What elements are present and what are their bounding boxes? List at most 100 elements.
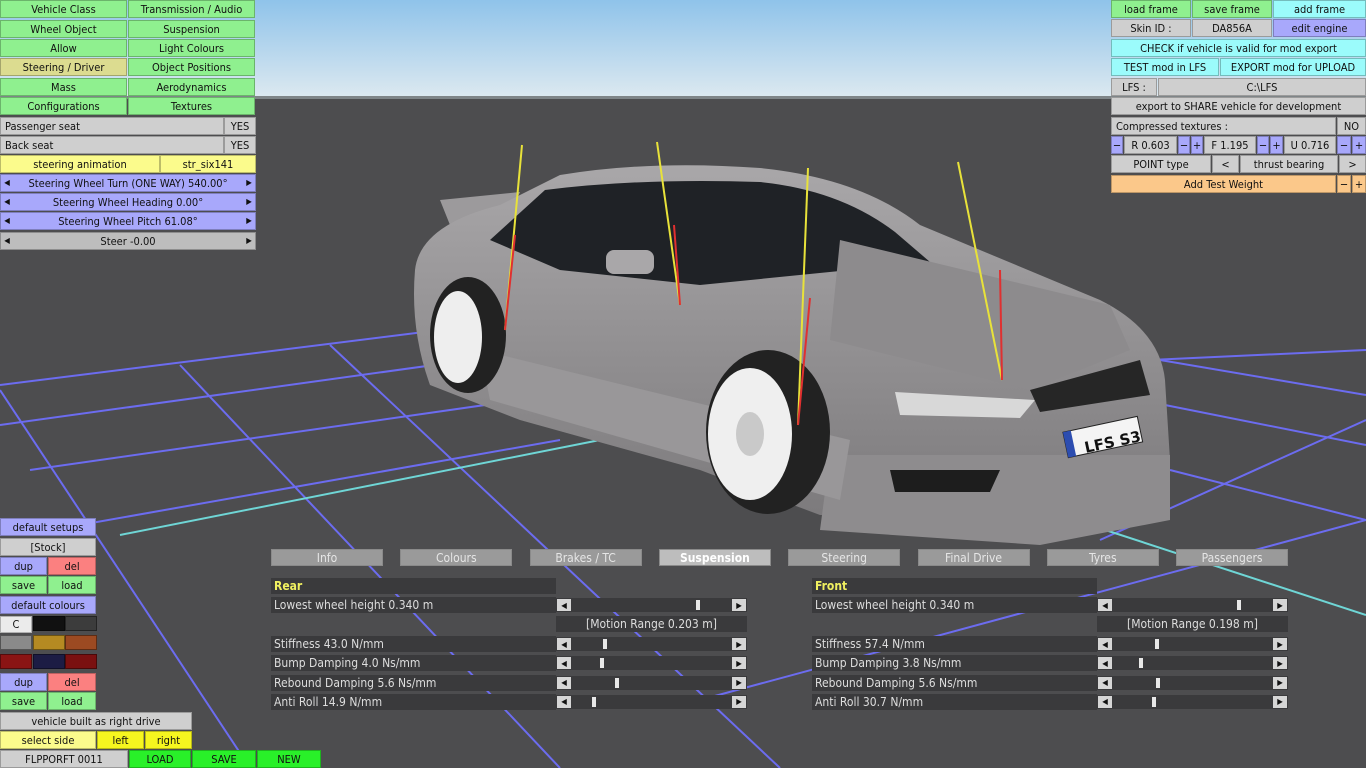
colour-load-button[interactable]: load xyxy=(48,692,96,710)
steering-wheel-heading[interactable]: ◀ Steering Wheel Heading 0.00° ▶ xyxy=(0,193,256,211)
slider-knob[interactable] xyxy=(696,600,700,610)
check-valid-button[interactable]: CHECK if vehicle is valid for mod export xyxy=(1111,39,1366,57)
arrow-left-icon[interactable]: ◀ xyxy=(557,599,571,611)
arrow-left-icon[interactable]: ◀ xyxy=(557,657,571,670)
side-left-button[interactable]: left xyxy=(97,731,144,749)
colour-swatch[interactable] xyxy=(0,654,32,669)
setup-save-button[interactable]: save xyxy=(0,576,47,594)
r-minus-button[interactable]: − xyxy=(1111,136,1123,154)
passenger-seat-value[interactable]: YES xyxy=(224,117,256,135)
arrow-left-icon[interactable]: ◀ xyxy=(557,695,571,708)
menu-item-wheel-object[interactable]: Wheel Object xyxy=(0,20,127,38)
rear-param-slider[interactable]: ◀ ▶ xyxy=(556,675,747,690)
test-weight-minus[interactable]: − xyxy=(1337,175,1351,193)
front-param-slider[interactable]: ◀ ▶ xyxy=(1097,637,1288,651)
colour-save-button[interactable]: save xyxy=(0,692,47,710)
colour-del-button[interactable]: del xyxy=(48,673,96,691)
tab-passengers[interactable]: Passengers xyxy=(1176,549,1289,566)
arrow-right-icon[interactable]: ▶ xyxy=(1273,676,1287,689)
test-weight-plus[interactable]: + xyxy=(1352,175,1366,193)
new-button[interactable]: NEW xyxy=(257,750,321,768)
load-frame-button[interactable]: load frame xyxy=(1111,0,1191,18)
setup-load-button[interactable]: load xyxy=(48,576,96,594)
back-seat-value[interactable]: YES xyxy=(224,136,256,154)
rear-param-slider[interactable]: ◀ ▶ xyxy=(556,694,747,709)
default-setups-button[interactable]: default setups xyxy=(0,518,96,536)
arrow-left-icon[interactable]: ◀ xyxy=(557,676,571,689)
colour-swatch[interactable] xyxy=(65,635,97,650)
test-mod-button[interactable]: TEST mod in LFS xyxy=(1111,58,1219,76)
colour-swatch[interactable] xyxy=(33,616,65,631)
edit-engine-button[interactable]: edit engine xyxy=(1273,19,1366,37)
arrow-right-icon[interactable]: ▶ xyxy=(1273,657,1287,670)
arrow-left-icon[interactable]: ◀ xyxy=(1098,599,1112,611)
slider-knob[interactable] xyxy=(1156,677,1161,688)
menu-item-allow[interactable]: Allow xyxy=(0,39,127,57)
f-inc-button[interactable]: + xyxy=(1270,136,1283,154)
front-param-slider[interactable]: ◀ ▶ xyxy=(1097,675,1288,690)
stock-setup-item[interactable]: [Stock] xyxy=(0,538,96,556)
arrow-right-icon[interactable]: ▶ xyxy=(732,695,746,708)
slider-knob[interactable] xyxy=(1237,600,1241,610)
menu-item-object-positions[interactable]: Object Positions xyxy=(128,58,255,76)
colour-swatch[interactable] xyxy=(65,654,97,669)
tab-tyres[interactable]: Tyres xyxy=(1046,549,1159,566)
slider-knob[interactable] xyxy=(599,658,604,669)
menu-item-aerodynamics[interactable]: Aerodynamics xyxy=(128,78,255,96)
u-dec-button[interactable]: − xyxy=(1337,136,1351,154)
arrow-left-icon[interactable]: ◀ xyxy=(1,213,13,229)
tab-steering[interactable]: Steering xyxy=(788,549,901,566)
load-button[interactable]: LOAD xyxy=(129,750,191,768)
lfs-path[interactable]: C:\LFS xyxy=(1158,78,1366,96)
arrow-right-icon[interactable]: ▶ xyxy=(243,213,255,229)
save-button[interactable]: SAVE xyxy=(192,750,256,768)
colour-swatch[interactable] xyxy=(65,616,97,631)
setup-dup-button[interactable]: dup xyxy=(0,557,47,575)
front-lowest-slider[interactable]: ◀ ▶ xyxy=(1097,598,1288,612)
arrow-left-icon[interactable]: ◀ xyxy=(1,233,13,249)
compressed-textures-value[interactable]: NO xyxy=(1337,117,1366,135)
arrow-left-icon[interactable]: ◀ xyxy=(1,194,13,210)
arrow-right-icon[interactable]: ▶ xyxy=(732,676,746,689)
r-inc-button[interactable]: + xyxy=(1191,136,1203,154)
u-inc-button[interactable]: + xyxy=(1352,136,1366,154)
menu-item-configurations[interactable]: Configurations xyxy=(0,97,127,115)
arrow-left-icon[interactable]: ◀ xyxy=(1,175,13,191)
menu-item-suspension[interactable]: Suspension xyxy=(128,20,255,38)
f-dec-button[interactable]: − xyxy=(1257,136,1269,154)
save-frame-button[interactable]: save frame xyxy=(1192,0,1272,18)
menu-item-steering-driver[interactable]: Steering / Driver xyxy=(0,58,127,76)
viewport[interactable]: LFS S3 xyxy=(0,0,1366,768)
arrow-right-icon[interactable]: ▶ xyxy=(732,638,746,650)
arrow-left-icon[interactable]: ◀ xyxy=(557,638,571,650)
colour-swatch[interactable] xyxy=(33,654,65,669)
slider-knob[interactable] xyxy=(1154,639,1159,649)
arrow-right-icon[interactable]: ▶ xyxy=(1273,695,1287,708)
menu-item-textures[interactable]: Textures xyxy=(128,97,255,115)
add-frame-button[interactable]: add frame xyxy=(1273,0,1366,18)
slider-knob[interactable] xyxy=(603,639,607,649)
point-type-prev[interactable]: < xyxy=(1212,155,1239,173)
colour-swatch[interactable] xyxy=(33,635,65,650)
front-param-slider[interactable]: ◀ ▶ xyxy=(1097,656,1288,671)
rear-lowest-slider[interactable]: ◀ ▶ xyxy=(556,598,747,612)
slider-knob[interactable] xyxy=(1151,696,1156,707)
side-right-button[interactable]: right xyxy=(145,731,192,749)
menu-item-light-colours[interactable]: Light Colours xyxy=(128,39,255,57)
r-dec-button[interactable]: − xyxy=(1178,136,1190,154)
arrow-right-icon[interactable]: ▶ xyxy=(1273,638,1287,650)
rear-param-slider[interactable]: ◀ ▶ xyxy=(556,637,747,651)
tab-suspension[interactable]: Suspension xyxy=(658,549,771,566)
tab-brakes-tc[interactable]: Brakes / TC xyxy=(529,549,642,566)
menu-item-transmission-audio[interactable]: Transmission / Audio xyxy=(128,0,255,18)
export-mod-button[interactable]: EXPORT mod for UPLOAD xyxy=(1220,58,1366,76)
arrow-left-icon[interactable]: ◀ xyxy=(1098,695,1112,708)
tab-info[interactable]: Info xyxy=(271,549,383,566)
tab-colours[interactable]: Colours xyxy=(400,549,513,566)
menu-item-mass[interactable]: Mass xyxy=(0,78,127,96)
steering-wheel-pitch[interactable]: ◀ Steering Wheel Pitch 61.08° ▶ xyxy=(0,212,256,230)
arrow-left-icon[interactable]: ◀ xyxy=(1098,657,1112,670)
arrow-right-icon[interactable]: ▶ xyxy=(243,233,255,249)
menu-item-vehicle-class[interactable]: Vehicle Class xyxy=(0,0,127,18)
tab-final-drive[interactable]: Final Drive xyxy=(917,549,1030,566)
